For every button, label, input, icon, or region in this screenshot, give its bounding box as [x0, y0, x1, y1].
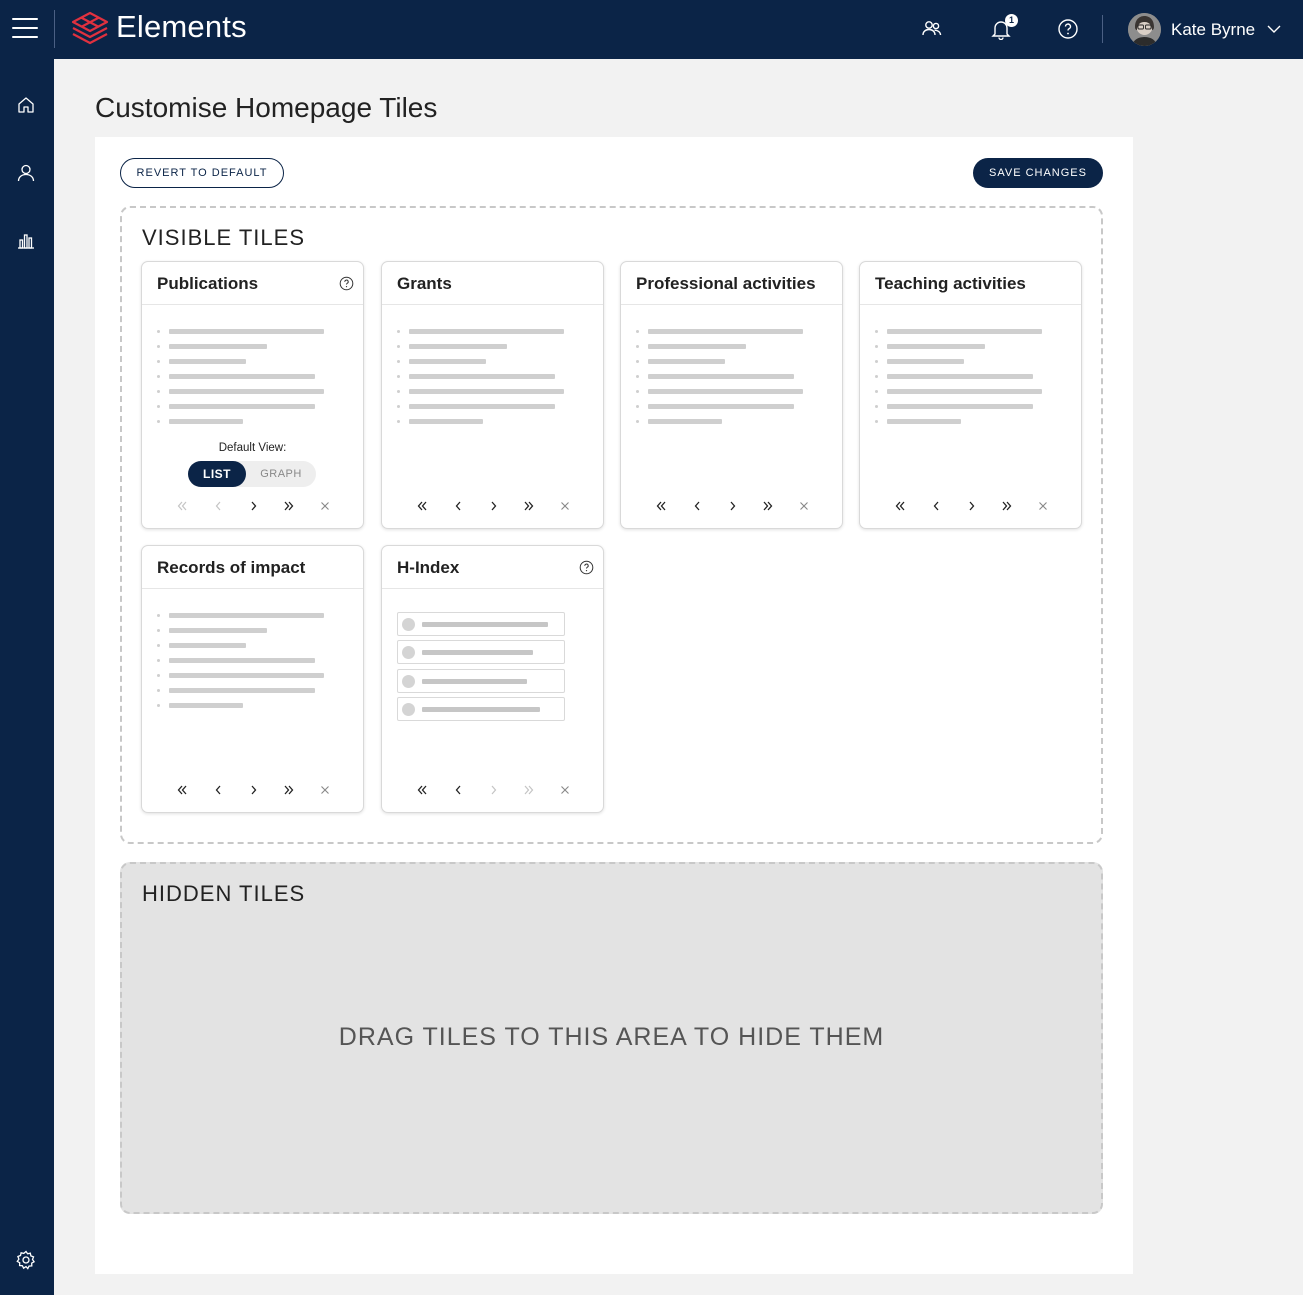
toggle-list-option[interactable]: LIST	[188, 461, 246, 487]
tile-title: Publications	[157, 274, 259, 293]
people-icon[interactable]	[921, 18, 943, 40]
last-page-icon[interactable]	[760, 498, 776, 514]
tile-pager	[382, 782, 603, 798]
bar-chart-icon[interactable]	[15, 230, 37, 252]
tile-title: Teaching activities	[875, 274, 1026, 293]
tile-pager	[621, 498, 842, 514]
bell-icon[interactable]: 1	[990, 14, 1018, 41]
tile-pager	[142, 498, 363, 514]
chevron-down-icon[interactable]	[1266, 22, 1282, 36]
toggle-graph-option[interactable]: GRAPH	[250, 461, 312, 487]
hidden-tiles-title: HIDDEN TILES	[142, 881, 306, 906]
tile-header: Publications	[142, 262, 363, 305]
metric-placeholder	[397, 697, 565, 721]
sidebar	[0, 59, 54, 1295]
tile-title: Grants	[397, 274, 452, 293]
tile-title: H-Index	[397, 558, 460, 577]
last-page-icon[interactable]	[281, 782, 297, 798]
metric-placeholder	[397, 640, 565, 664]
tile-header: Professional activities	[621, 262, 842, 305]
tile-pager	[382, 498, 603, 514]
previous-page-icon[interactable]	[210, 498, 226, 514]
main-panel: REVERT TO DEFAULT SAVE CHANGES VISIBLE T…	[95, 137, 1133, 1274]
tile-header: Grants	[382, 262, 603, 305]
tile-header: Teaching activities	[860, 262, 1081, 305]
notification-badge: 1	[1005, 14, 1018, 27]
next-page-icon[interactable]	[486, 782, 502, 798]
help-icon[interactable]	[1057, 18, 1079, 40]
close-icon[interactable]	[557, 498, 573, 514]
last-page-icon[interactable]	[999, 498, 1015, 514]
next-page-icon[interactable]	[964, 498, 980, 514]
hidden-tiles-zone[interactable]: HIDDEN TILES DRAG TILES TO THIS AREA TO …	[120, 862, 1103, 1214]
last-page-icon[interactable]	[281, 498, 297, 514]
user-name[interactable]: Kate Byrne	[1171, 20, 1255, 40]
brand-name[interactable]: Elements	[116, 9, 247, 45]
next-page-icon[interactable]	[246, 782, 262, 798]
home-icon[interactable]	[15, 94, 37, 116]
next-page-icon[interactable]	[486, 498, 502, 514]
tile-teaching-activities[interactable]: Teaching activities	[859, 261, 1082, 529]
first-page-icon[interactable]	[174, 782, 190, 798]
person-icon[interactable]	[15, 162, 37, 184]
user-avatar[interactable]	[1128, 13, 1161, 46]
tile-grants[interactable]: Grants	[381, 261, 604, 529]
metric-placeholder	[397, 669, 565, 693]
last-page-icon[interactable]	[521, 782, 537, 798]
hamburger-menu-icon[interactable]	[12, 18, 38, 40]
first-page-icon[interactable]	[174, 498, 190, 514]
tile-publications[interactable]: Publications Default View: LIST GRAPH	[141, 261, 364, 529]
tile-pager	[860, 498, 1081, 514]
close-icon[interactable]	[317, 498, 333, 514]
revert-to-default-button[interactable]: REVERT TO DEFAULT	[120, 158, 284, 188]
visible-tiles-zone[interactable]: VISIBLE TILES Publications Default View:	[120, 206, 1103, 844]
hidden-tiles-drop-message: DRAG TILES TO THIS AREA TO HIDE THEM	[338, 1023, 885, 1051]
tile-title: Professional activities	[636, 274, 816, 293]
elements-logo-icon[interactable]	[70, 10, 110, 46]
tile-pager	[142, 782, 363, 798]
first-page-icon[interactable]	[653, 498, 669, 514]
previous-page-icon[interactable]	[450, 498, 466, 514]
first-page-icon[interactable]	[892, 498, 908, 514]
previous-page-icon[interactable]	[928, 498, 944, 514]
first-page-icon[interactable]	[414, 498, 430, 514]
gear-icon[interactable]	[15, 1249, 37, 1271]
tile-header: H-Index	[382, 546, 603, 589]
tile-title: Records of impact	[157, 558, 306, 577]
last-page-icon[interactable]	[521, 498, 537, 514]
next-page-icon[interactable]	[246, 498, 262, 514]
default-view-label: Default View:	[218, 442, 287, 454]
close-icon[interactable]	[317, 782, 333, 798]
next-page-icon[interactable]	[725, 498, 741, 514]
page-title: Customise Homepage Tiles	[95, 92, 438, 123]
tile-h-index[interactable]: H-Index	[381, 545, 604, 813]
top-bar: Elements 1 Kate Byrne	[0, 0, 1303, 59]
close-icon[interactable]	[557, 782, 573, 798]
tile-records-of-impact[interactable]: Records of impact	[141, 545, 364, 813]
topbar-divider-right	[1102, 15, 1103, 43]
metric-placeholder	[397, 612, 565, 636]
first-page-icon[interactable]	[414, 782, 430, 798]
previous-page-icon[interactable]	[689, 498, 705, 514]
close-icon[interactable]	[796, 498, 812, 514]
topbar-divider	[54, 10, 55, 48]
visible-tiles-title: VISIBLE TILES	[142, 225, 306, 250]
tile-professional-activities[interactable]: Professional activities	[620, 261, 843, 529]
help-icon[interactable]	[579, 560, 594, 575]
previous-page-icon[interactable]	[450, 782, 466, 798]
previous-page-icon[interactable]	[210, 782, 226, 798]
tile-header: Records of impact	[142, 546, 363, 589]
save-changes-button[interactable]: SAVE CHANGES	[973, 158, 1103, 188]
default-view-toggle: LIST GRAPH	[188, 461, 316, 487]
close-icon[interactable]	[1035, 498, 1051, 514]
help-icon[interactable]	[339, 276, 354, 291]
